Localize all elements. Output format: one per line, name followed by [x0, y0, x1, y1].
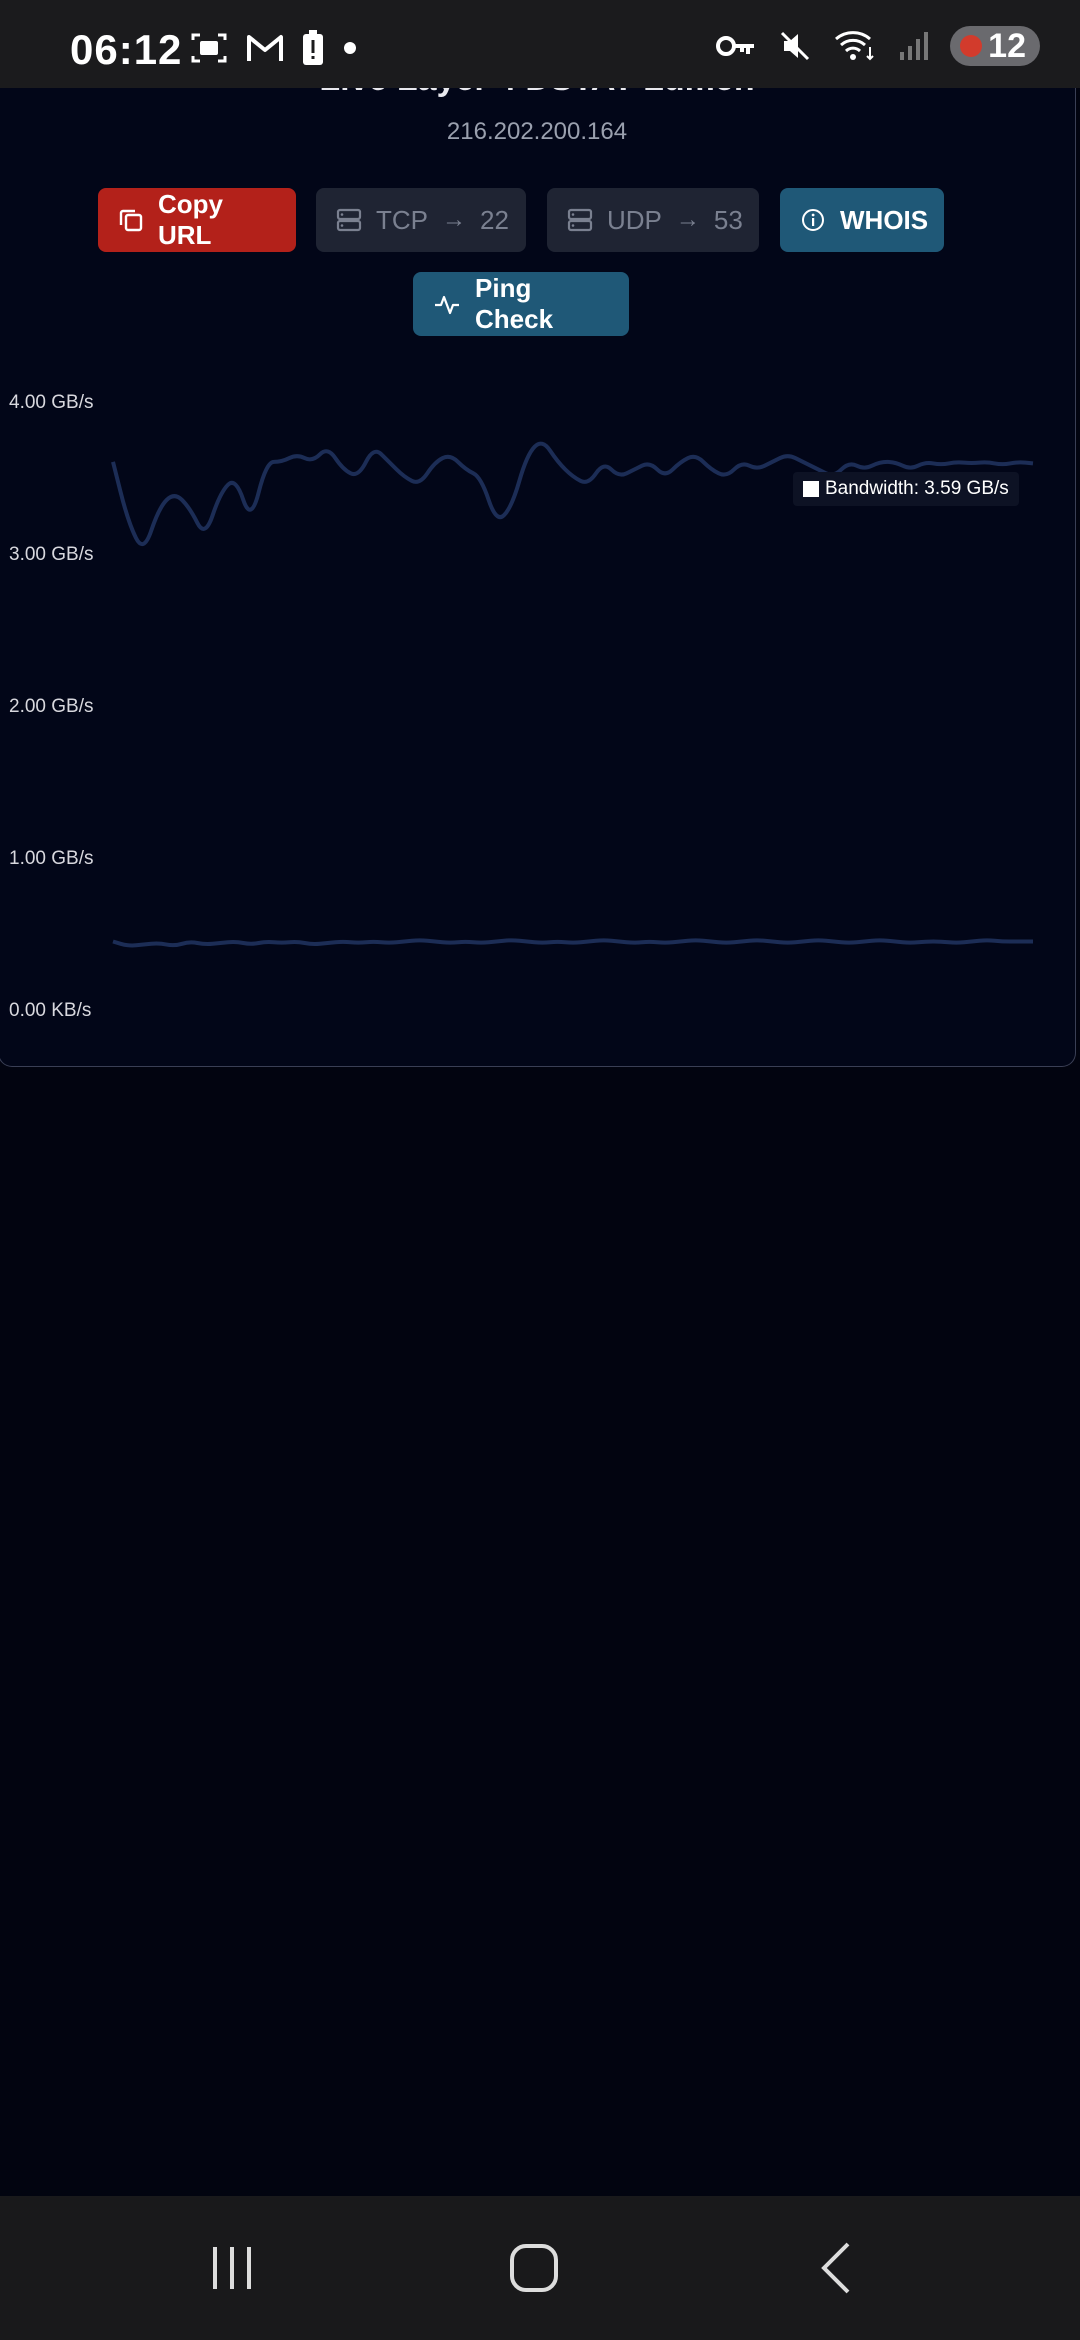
- wifi-icon: [835, 31, 874, 61]
- mute-icon: [781, 31, 810, 61]
- navigation-bar: [0, 2196, 1080, 2340]
- battery-indicator: 12: [950, 26, 1040, 66]
- bandwidth-chart: 4.00 GB/s 3.00 GB/s 2.00 GB/s 1.00 GB/s …: [0, 88, 1075, 1066]
- battery-level: 12: [988, 26, 1026, 65]
- status-bar: 06:12 12: [0, 0, 1080, 88]
- battery-saver-icon: [960, 35, 983, 57]
- system-icons: 12: [716, 26, 1040, 66]
- series-line-1: [112, 938, 1033, 948]
- home-icon: [510, 2244, 558, 2292]
- chart-plot: [111, 441, 1034, 948]
- back-icon: [821, 2242, 850, 2294]
- back-button[interactable]: [796, 2236, 876, 2300]
- status-time: 06:12: [70, 26, 183, 73]
- gmail-icon: [247, 35, 283, 61]
- chart-tooltip: Bandwidth: 3.59 GB/s: [793, 472, 1019, 506]
- recent-apps-button[interactable]: [192, 2236, 272, 2300]
- battery-alert-icon: [303, 30, 323, 65]
- legend-swatch: [803, 481, 819, 497]
- tooltip-text: Bandwidth: 3.59 GB/s: [825, 478, 1009, 499]
- signal-icon: [900, 32, 929, 60]
- notification-icons: [190, 30, 358, 66]
- recent-apps-icon: [213, 2247, 251, 2289]
- dot-icon: [344, 42, 356, 54]
- screenshot-icon: [191, 33, 227, 63]
- dstat-card: Live Layer 4 DSTAT Lumen 216.202.200.164…: [0, 88, 1076, 1067]
- vpn-key-icon: [716, 36, 755, 56]
- home-button[interactable]: [494, 2236, 574, 2300]
